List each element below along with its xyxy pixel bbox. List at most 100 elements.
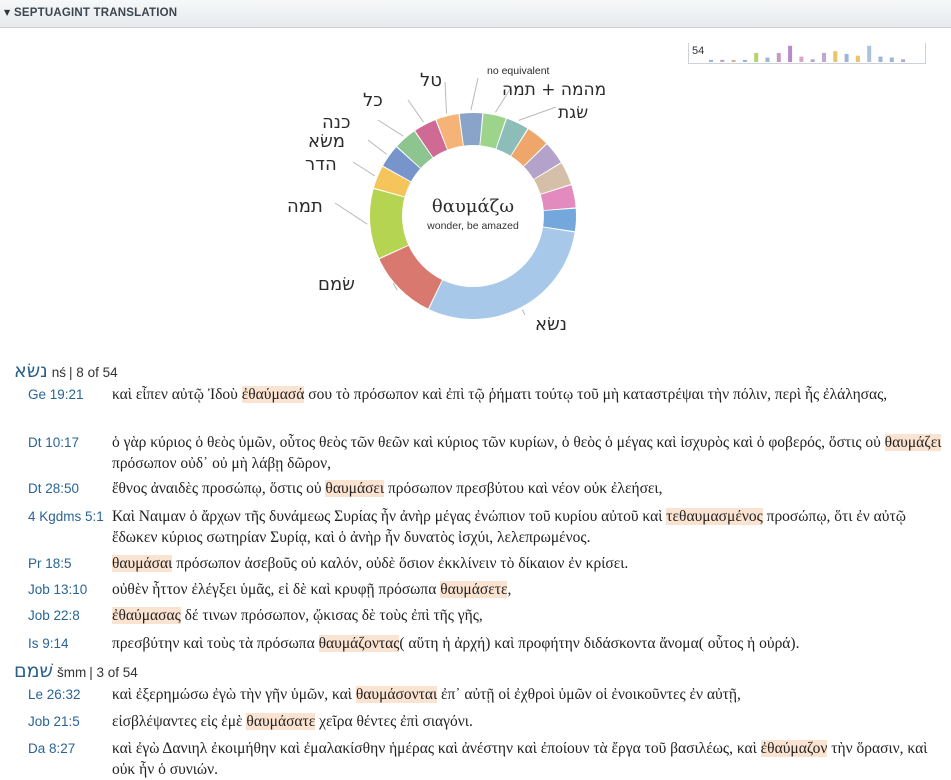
verse-reference-link[interactable]: Ge 19:21 <box>28 384 84 405</box>
highlighted-lemma[interactable]: θαυμάσαι <box>112 555 173 572</box>
chart-slice-label: כל <box>363 90 383 111</box>
highlighted-lemma[interactable]: θαυμάζοντας <box>318 635 400 652</box>
histogram-bar <box>810 59 815 62</box>
histogram-bar <box>742 59 747 62</box>
histogram-bar <box>765 57 770 62</box>
verse-text-after: πρόσωπον οὐδ᾽ οὐ μὴ λάβῃ δῶρον, <box>112 455 332 472</box>
histogram-bar <box>799 56 804 62</box>
verse-reference-link[interactable]: Pr 18:5 <box>28 553 72 574</box>
chart-slice-label: שׂגת <box>558 103 588 123</box>
histogram-bar <box>720 59 725 62</box>
verse-text: ἐθαύμασας δέ τινων πρόσωπον, ᾤκισας δὲ τ… <box>112 605 942 626</box>
verse-text-before: οὐθὲν ἧττον ἐλέγξει ὑμᾶς, εἰ δὲ καὶ κρυφ… <box>112 581 441 598</box>
verse-row: Job 22:8 ἐθαύμασας δέ τινων πρόσωπον, ᾤκι… <box>0 605 951 626</box>
chart-slice[interactable] <box>379 245 442 309</box>
chart-leader-line <box>377 119 404 137</box>
verse-reference-link[interactable]: Job 21:5 <box>28 711 80 732</box>
verse-text-before: εἰσβλέψαντες εἰς ἐμὲ <box>112 713 247 730</box>
chart-leader-line <box>470 77 479 111</box>
highlighted-lemma[interactable]: θαυμάσατε <box>246 713 316 730</box>
verse-text: εἰσβλέψαντες εἰς ἐμὲ θαυμάσατε χεῖρα θέν… <box>112 711 942 732</box>
panel-header[interactable]: ▼ SEPTUAGINT TRANSLATION <box>0 0 951 28</box>
verse-text: θαυμάσαι πρόσωπον ἀσεβοῦς οὐ καλόν, οὐδὲ… <box>112 553 942 574</box>
mini-histogram[interactable]: 54 <box>688 43 926 64</box>
section-header: נשׂא nś | 8 of 54 <box>14 360 118 382</box>
verse-reference-link[interactable]: Da 8:27 <box>28 738 75 759</box>
verse-text-after: πρόσωπον ἀσεβοῦς οὐ καλόν, οὐδὲ ὅσιον ἐκ… <box>172 555 629 572</box>
chart-leader-line <box>521 309 526 316</box>
verse-text-after: , <box>507 581 512 598</box>
highlighted-lemma[interactable]: θαυμάσονται <box>355 686 438 703</box>
histogram-bar <box>867 45 872 62</box>
verse-reference-link[interactable]: Dt 28:50 <box>28 478 79 499</box>
panel-title: SEPTUAGINT TRANSLATION <box>14 7 178 19</box>
verse-text-before: πρεσβύτην καὶ τοὺς τὰ πρόσωπα <box>112 635 319 652</box>
verse-text: καὶ ἐξερημώσω ἐγὼ τὴν γῆν ὑμῶν, καὶ θαυμ… <box>112 684 942 705</box>
histogram-bar <box>844 53 849 62</box>
verse-row: Dt 28:50 ἔθνος ἀναιδὲς προσώπῳ, ὅστις οὐ … <box>0 478 951 499</box>
chart-slice[interactable] <box>429 227 575 319</box>
transliteration: nś <box>51 365 67 380</box>
histogram-bar <box>788 45 793 62</box>
highlighted-lemma[interactable]: ἐθαύμασας <box>112 607 181 624</box>
verse-text-before: καὶ εἶπεν αὐτῷ Ἰδοὺ <box>112 386 242 403</box>
highlighted-lemma[interactable]: ἐθαύμαζον <box>760 740 828 757</box>
verse-text: καὶ εἶπεν αὐτῷ Ἰδοὺ ἐθαύμασά σου τὸ πρόσ… <box>112 384 942 405</box>
chart-slice-label: משׂא <box>308 131 345 152</box>
verse-text-before: ἔθνος ἀναιδὲς προσώπῳ, ὅστις οὐ <box>112 480 326 497</box>
verse-reference-link[interactable]: Is 9:14 <box>28 633 69 654</box>
chart-slice-label: כנה <box>322 112 351 133</box>
verse-text: ὁ γὰρ κύριος ὁ θεὸς ὑμῶν, οὗτος θεὸς τῶν… <box>112 432 942 474</box>
histogram-bar <box>731 59 736 62</box>
chart-leader-line <box>518 106 557 121</box>
verse-row: Dt 10:17 ὁ γὰρ κύριος ὁ θεὸς ὑμῶν, οὗτος … <box>0 432 951 474</box>
verse-reference-link[interactable]: Le 26:32 <box>28 684 81 705</box>
histogram-bar <box>709 59 713 62</box>
verse-reference-link[interactable]: Dt 10:17 <box>28 432 79 453</box>
verse-text-after: ἐπ᾽ αὐτῇ οἱ ἐχθροὶ ὑμῶν οἱ ἐνοικοῦντες ἐ… <box>437 686 741 703</box>
triangle-down-icon[interactable]: ▼ <box>4 8 10 17</box>
chart-slice-label: הדר <box>305 154 337 175</box>
verse-text: οὐθὲν ἧττον ἐλέγξει ὑμᾶς, εἰ δὲ καὶ κρυφ… <box>112 579 942 600</box>
section-header: שׁמם šmm | 3 of 54 <box>14 660 138 682</box>
verse-text: ἔθνος ἀναιδὲς προσώπῳ, ὅστις οὐ θαυμάσει… <box>112 478 942 499</box>
hebrew-headword[interactable]: נשׂא <box>14 360 48 382</box>
verse-reference-link[interactable]: Job 13:10 <box>28 579 87 600</box>
verse-text-after: δέ τινων πρόσωπον, ᾤκισας δὲ τοὺς ἐπὶ τῆ… <box>180 607 483 624</box>
histogram-bar <box>855 55 860 62</box>
chart-leader-line <box>334 202 368 225</box>
verse-row: Da 8:27 καὶ ἐγὼ Δανιηλ ἐκοιμήθην καὶ ἐμαλ… <box>0 738 951 780</box>
highlighted-lemma[interactable]: θαυμάσει <box>325 480 385 497</box>
highlighted-lemma[interactable]: θαυμάσετε <box>440 581 508 598</box>
chart-slice-label: טל <box>420 70 442 91</box>
chart-center-subtitle: wonder, be amazed <box>426 220 519 232</box>
verse-row: Pr 18:5 θαυμάσαι πρόσωπον ἀσεβοῦς οὐ καλό… <box>0 553 951 574</box>
occurrence-count: | 8 of 54 <box>69 365 118 380</box>
translation-donut-chart: נשׂא שׂמם תמה הדרמשׂאכנה כל טל no equivalent מה… <box>287 65 606 335</box>
verse-text-before: καὶ ἐξερημώσω ἐγὼ τὴν γῆν ὑμῶν, καὶ <box>112 686 356 703</box>
verse-row: Ge 19:21 καὶ εἶπεν αὐτῷ Ἰδοὺ ἐθαύμασά σου… <box>0 384 951 426</box>
highlighted-lemma[interactable]: τεθαυμασμένος <box>666 508 763 525</box>
chart-slice[interactable] <box>543 208 576 232</box>
verse-text-after: ( αὕτη ἡ ἀρχή) καὶ προφήτην διδάσκοντα ἄ… <box>399 635 800 652</box>
verse-text: Καὶ Ναιμαν ὁ ἄρχων τῆς δυνάμεως Συρίας ἦ… <box>112 506 942 548</box>
histogram-bar <box>889 57 894 62</box>
verse-row: Is 9:14 πρεσβύτην καὶ τοὺς τὰ πρόσωπα θαυ… <box>0 633 951 654</box>
histogram-bar <box>776 53 781 62</box>
verse-text: καὶ ἐγὼ Δανιηλ ἐκοιμήθην καὶ ἐμαλακίσθην… <box>112 738 942 780</box>
histogram-bar <box>822 53 826 62</box>
histogram-bars <box>709 45 906 62</box>
hebrew-headword[interactable]: שׁמם <box>14 660 53 682</box>
verse-reference-link[interactable]: Job 22:8 <box>28 605 80 626</box>
verse-text-before: καὶ ἐγὼ Δανιηλ ἐκοιμήθην καὶ ἐμαλακίσθην… <box>112 740 761 757</box>
verse-text-after: χεῖρα θέντες ἐπὶ σιαγόνι. <box>315 713 473 730</box>
verse-reference-link[interactable]: 4 Kgdms 5:1 <box>28 506 104 527</box>
highlighted-lemma[interactable]: θαυμάζει <box>884 434 942 451</box>
chart-slice-label: מהמה + תמה <box>502 80 606 100</box>
histogram-bar <box>901 59 906 62</box>
chart-slice[interactable] <box>459 113 483 146</box>
chart-center-title: θαυμάζω <box>432 196 514 217</box>
chart-slice[interactable] <box>370 188 409 259</box>
chart-slice-label: שׂמם <box>318 274 355 295</box>
highlighted-lemma[interactable]: ἐθαύμασά <box>241 386 305 403</box>
